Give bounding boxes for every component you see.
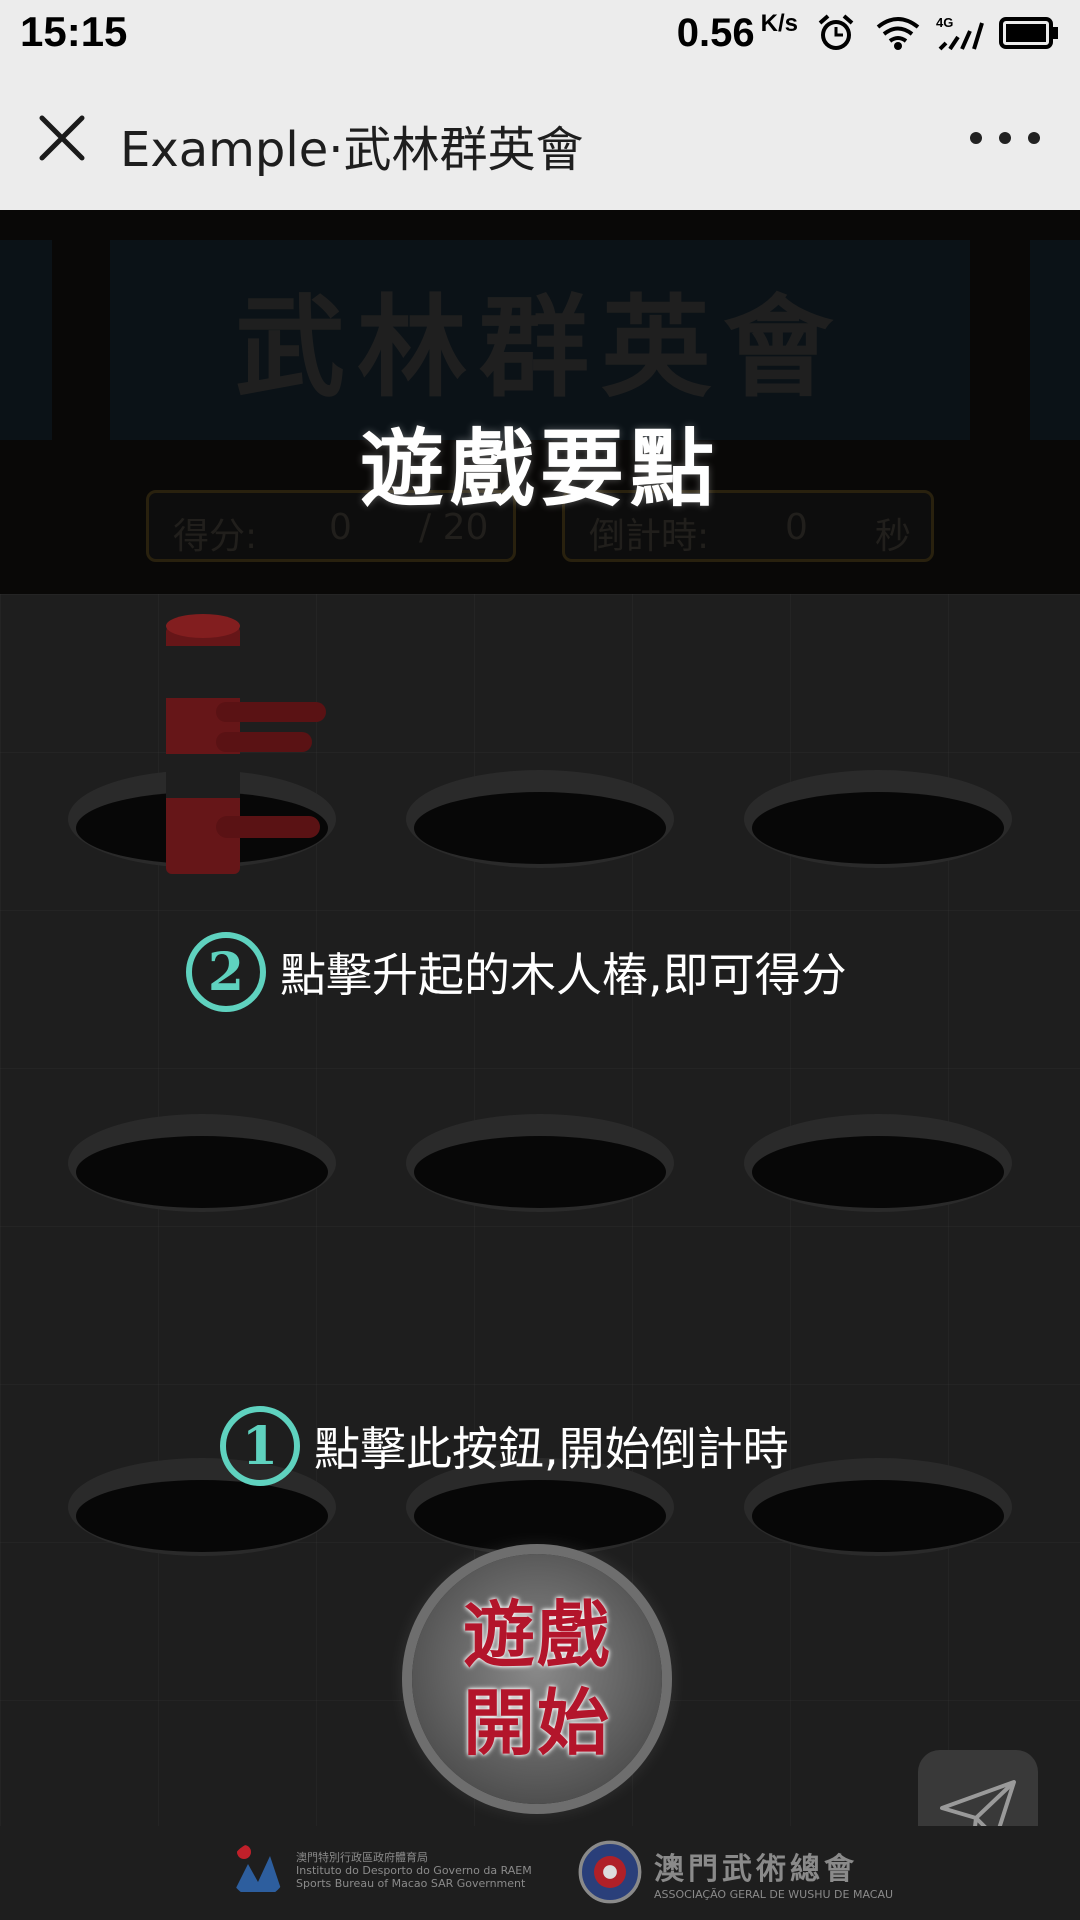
wushu-association-name-pt: ASSOCIAÇÃO GERAL DE WUSHU DE MACAU: [654, 1887, 894, 1901]
title-bar: Example·武林群英會: [0, 66, 1080, 210]
signal-4g-icon: 4G: [936, 13, 984, 53]
start-game-button[interactable]: 遊戲 開始: [412, 1554, 662, 1804]
page-title: Example·武林群英會: [120, 122, 584, 178]
more-icon-dot: [970, 132, 982, 144]
wushu-association-logo: 澳門武術總會 ASSOCIAÇÃO GERAL DE WUSHU DE MACA…: [578, 1840, 893, 1904]
tip-2-text: 點擊升起的木人樁,即可得分: [280, 948, 847, 1002]
battery-icon: [998, 13, 1060, 53]
tip-1-text: 點擊此按鈕,開始倒計時: [314, 1422, 789, 1476]
svg-text:4G: 4G: [936, 15, 953, 30]
close-button[interactable]: [34, 110, 90, 166]
net-unit: K/s: [760, 10, 798, 37]
status-indicators: 0.56 K/s 4G: [677, 8, 1060, 58]
sports-bureau-name: 澳門特別行政區政府體育局: [296, 1850, 428, 1864]
game-area: 武林群英會 得分: 0 / 20 倒計時: 0 秒 遊戲要點 2 點擊升起的木人…: [0, 210, 1080, 1920]
step-1-badge: 1: [220, 1406, 300, 1486]
start-label-line2: 開始: [462, 1680, 611, 1765]
wushu-text: 澳門武術總會 ASSOCIAÇÃO GERAL DE WUSHU DE MACA…: [654, 1844, 893, 1901]
sports-bureau-text: 澳門特別行政區政府體育局 Instituto do Desporto do Go…: [296, 1851, 532, 1890]
step-2-badge: 2: [186, 932, 266, 1012]
wifi-icon: [874, 13, 922, 53]
status-bar: 15:15 0.56 K/s 4G: [0, 0, 1080, 66]
guide-title: 遊戲要點: [359, 419, 720, 518]
sports-bureau-emblem-icon: [234, 1845, 282, 1892]
more-icon-dot: [999, 132, 1011, 144]
wushu-association-name: 澳門武術總會: [654, 1851, 858, 1887]
tip-step-1: 1 點擊此按鈕,開始倒計時: [220, 1406, 789, 1486]
footer: 澳門特別行政區政府體育局 Instituto do Desporto do Go…: [0, 1826, 1080, 1920]
more-icon-dot: [1028, 132, 1040, 144]
alarm-icon: [812, 13, 860, 53]
start-label-line1: 遊戲: [462, 1592, 611, 1677]
status-time: 15:15: [20, 8, 128, 55]
sports-bureau-name-en: Sports Bureau of Macao SAR Government: [296, 1876, 526, 1890]
more-button[interactable]: [970, 118, 1040, 158]
close-icon: [39, 115, 85, 161]
sports-bureau-logo: 澳門特別行政區政府體育局 Instituto do Desporto do Go…: [230, 1842, 532, 1898]
net-speed: 0.56: [676, 10, 755, 55]
sports-bureau-name-pt: Instituto do Desporto do Governo da RAEM: [296, 1863, 532, 1877]
wushu-emblem-icon: [578, 1840, 642, 1904]
tip-step-2: 2 點擊升起的木人樁,即可得分: [186, 932, 847, 1012]
